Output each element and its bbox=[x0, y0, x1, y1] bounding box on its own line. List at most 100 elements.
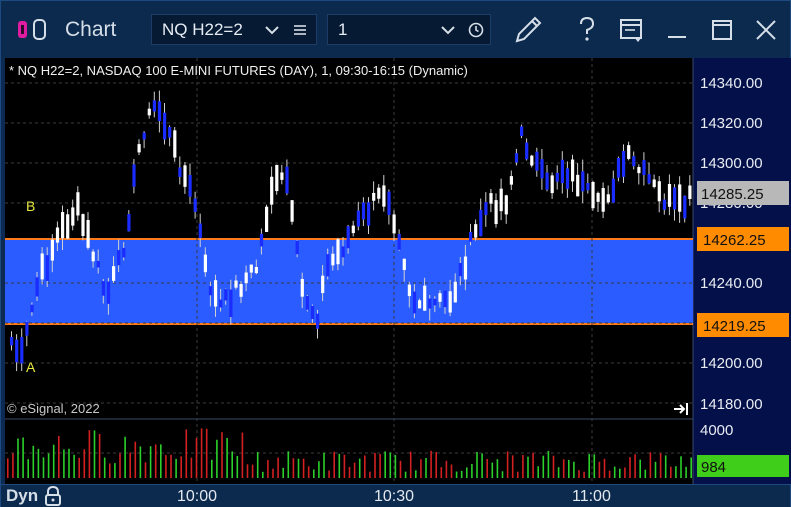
candle-body bbox=[290, 200, 294, 222]
price-label: 14180.00 bbox=[700, 396, 763, 413]
candle-body bbox=[224, 289, 228, 301]
candle-body bbox=[112, 266, 116, 281]
volume-bar bbox=[12, 453, 14, 478]
help-icon[interactable] bbox=[570, 13, 604, 47]
candle-body bbox=[81, 214, 85, 236]
candle-body bbox=[198, 223, 202, 239]
volume-bar bbox=[685, 466, 687, 478]
volume-bar bbox=[425, 458, 427, 478]
volume-bar bbox=[231, 451, 233, 478]
candle-body bbox=[550, 175, 554, 194]
price-chart[interactable]: * NQ H22=2, NASDAQ 100 E-MINI FUTURES (D… bbox=[5, 58, 791, 484]
lock-icon[interactable] bbox=[43, 485, 63, 507]
candle-body bbox=[662, 199, 666, 210]
marker-a: A bbox=[26, 359, 36, 375]
volume-bar bbox=[404, 471, 407, 478]
candle-body bbox=[688, 185, 692, 199]
upper-level-text: 14262.25 bbox=[703, 232, 766, 249]
candle-body bbox=[458, 263, 462, 277]
list-menu-icon[interactable] bbox=[292, 21, 308, 39]
time-axis[interactable]: Dyn 10:00 10:30 11:00 bbox=[1, 484, 790, 507]
candle-body bbox=[392, 214, 396, 234]
volume-bar bbox=[103, 457, 106, 478]
candle-body bbox=[453, 281, 457, 303]
candle-body bbox=[35, 277, 39, 297]
candle-body bbox=[30, 304, 34, 313]
candle-body bbox=[601, 188, 605, 212]
candle-body bbox=[683, 195, 687, 219]
candle-body bbox=[484, 202, 488, 216]
candle-body bbox=[479, 209, 483, 237]
volume-bar bbox=[338, 453, 341, 478]
volume-bar bbox=[369, 471, 371, 478]
volume-bar bbox=[598, 461, 601, 478]
volume-bar bbox=[236, 455, 239, 478]
candle-body bbox=[632, 156, 636, 167]
candle-body bbox=[397, 233, 401, 250]
chart-window: Chart NQ H22=2 1 * NQ H22=2, NASDAQ 100 … bbox=[0, 0, 791, 507]
volume-bar bbox=[262, 471, 264, 478]
volume-bar bbox=[129, 452, 131, 478]
candle-body bbox=[525, 142, 529, 160]
volume-bar bbox=[93, 430, 96, 478]
candle-body bbox=[361, 202, 366, 220]
current-price-text: 14285.25 bbox=[701, 186, 764, 203]
volume-bar bbox=[119, 453, 121, 478]
candle-body bbox=[448, 291, 452, 313]
close-icon[interactable] bbox=[749, 13, 783, 47]
candle-body bbox=[611, 178, 615, 203]
symbol-selector[interactable]: NQ H22=2 bbox=[151, 14, 317, 45]
volume-bar bbox=[267, 460, 269, 478]
candle-body bbox=[596, 192, 600, 202]
volume-bar bbox=[149, 446, 152, 478]
candle-body bbox=[25, 321, 29, 336]
volume-bar bbox=[603, 458, 606, 478]
volume-bar bbox=[98, 434, 101, 478]
interval-selector[interactable]: 1 bbox=[327, 14, 491, 45]
candle-body bbox=[678, 184, 682, 212]
volume-bar bbox=[573, 461, 575, 478]
candle-body bbox=[163, 112, 167, 140]
chevron-down-icon[interactable] bbox=[264, 21, 280, 39]
volume-bar bbox=[292, 458, 295, 478]
candle-body bbox=[219, 299, 223, 308]
marker-b: B bbox=[26, 198, 35, 214]
candle-body bbox=[295, 241, 299, 255]
volume-bar bbox=[144, 462, 147, 478]
chart-area[interactable]: * NQ H22=2, NASDAQ 100 E-MINI FUTURES (D… bbox=[5, 58, 791, 484]
volume-bar bbox=[246, 464, 249, 478]
candle-body bbox=[193, 198, 197, 212]
volume-bar bbox=[583, 471, 585, 478]
candle-body bbox=[183, 165, 187, 187]
volume-bar bbox=[211, 459, 213, 478]
candle-body bbox=[310, 305, 315, 320]
volume-bar bbox=[445, 460, 448, 478]
volume-bar bbox=[139, 446, 142, 478]
volume-bar bbox=[384, 451, 386, 478]
candle-body bbox=[326, 254, 330, 277]
volume-bar bbox=[22, 437, 24, 478]
layout-dropdown-icon[interactable] bbox=[615, 13, 649, 47]
dynamic-mode-label[interactable]: Dyn bbox=[6, 486, 38, 506]
maximize-icon[interactable] bbox=[705, 13, 739, 47]
scroll-to-end-icon[interactable] bbox=[674, 403, 688, 415]
candle-body bbox=[412, 291, 417, 314]
volume-bar bbox=[680, 456, 682, 478]
candle-body bbox=[300, 278, 304, 297]
minimize-icon[interactable] bbox=[660, 13, 694, 47]
volume-bar bbox=[160, 444, 162, 478]
candle-body bbox=[137, 144, 141, 153]
candle-body bbox=[91, 251, 95, 262]
volume-bar bbox=[588, 454, 590, 478]
volume-bar bbox=[644, 469, 647, 478]
volume-bar bbox=[42, 457, 45, 478]
clock-icon[interactable] bbox=[468, 21, 484, 39]
pencil-icon[interactable] bbox=[511, 13, 545, 47]
chevron-down-icon[interactable] bbox=[440, 21, 456, 39]
candle-body bbox=[61, 212, 65, 239]
volume-bar bbox=[430, 450, 432, 478]
volume-bar bbox=[307, 466, 310, 478]
candle-body bbox=[265, 206, 269, 232]
candle-body bbox=[173, 130, 177, 158]
volume-bar bbox=[415, 470, 417, 478]
